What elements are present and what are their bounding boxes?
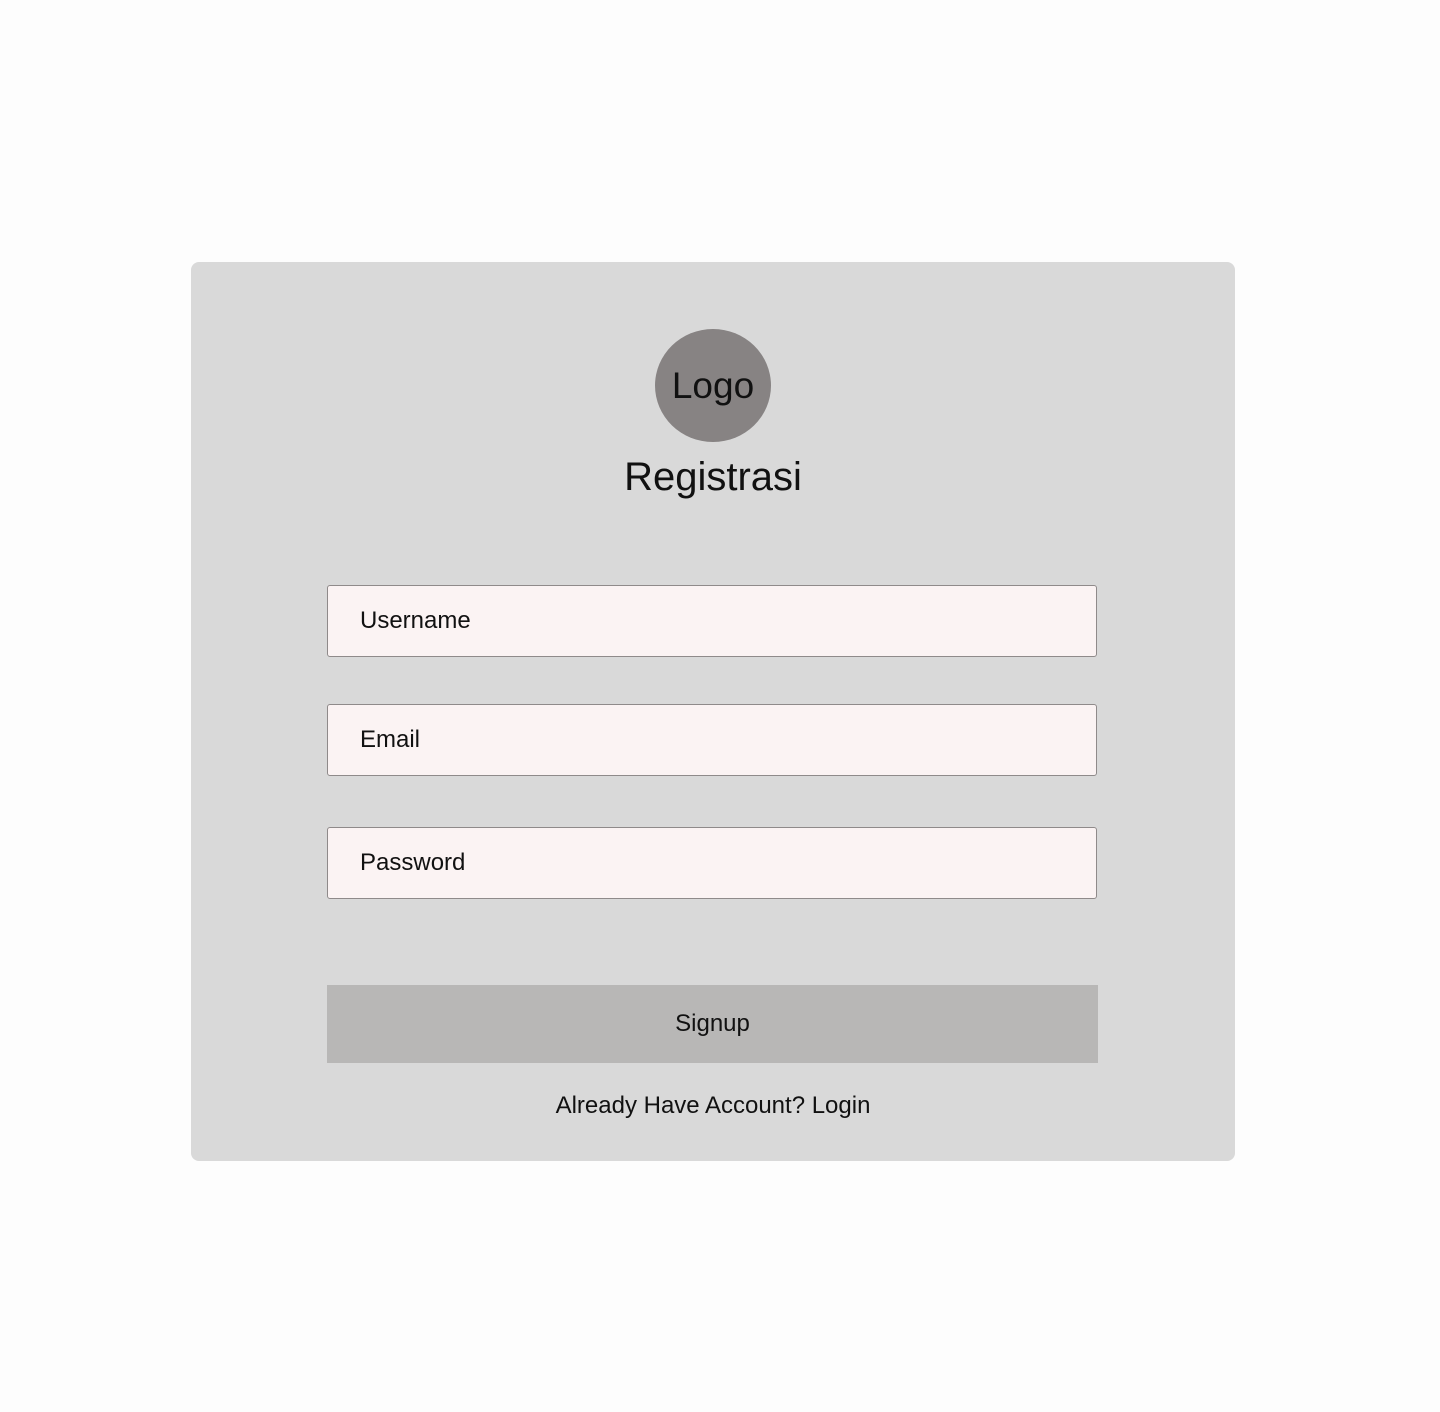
logo-text: Logo xyxy=(671,364,755,406)
registration-card: Logo Registrasi Signup Already Have Acco… xyxy=(191,262,1235,1161)
username-input[interactable] xyxy=(327,585,1097,657)
password-input[interactable] xyxy=(327,827,1097,899)
logo-badge: Logo xyxy=(655,329,771,442)
signup-button[interactable]: Signup xyxy=(327,985,1098,1063)
login-link[interactable]: Already Have Account? Login xyxy=(191,1091,1235,1121)
email-input[interactable] xyxy=(327,704,1097,776)
page-title: Registrasi xyxy=(624,455,802,499)
